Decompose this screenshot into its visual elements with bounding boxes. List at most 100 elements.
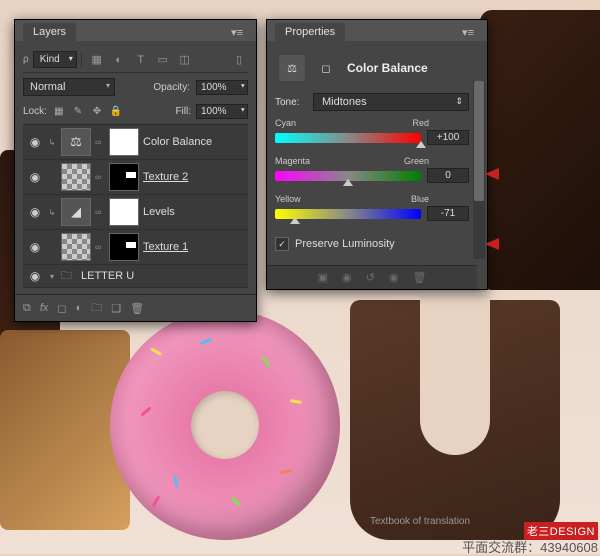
fx-icon[interactable]: fx xyxy=(40,302,49,314)
group-icon[interactable]: 🗀 xyxy=(91,299,102,318)
cyan-red-slider[interactable] xyxy=(275,133,421,143)
adjustment-thumb[interactable]: ⚖︎ xyxy=(61,128,91,156)
layer-list: ◉ ↳ ⚖︎ ∞ Color Balance ◉ ∞ Texture 2 ◉ ↳… xyxy=(23,125,248,288)
link-layers-icon[interactable]: ⧉ xyxy=(23,302,31,315)
preserve-luminosity-label: Preserve Luminosity xyxy=(295,238,395,250)
layers-footer: ⧉ fx ◻ ◐ 🗀 ❏ 🗑 xyxy=(15,294,256,321)
callout-arrow-icon xyxy=(485,238,499,250)
clip-indicator-icon: ↳ xyxy=(47,138,57,147)
adjustment-thumb[interactable]: ◢ xyxy=(61,198,91,226)
filter-type-icon[interactable]: T xyxy=(132,52,150,68)
filter-adjust-icon[interactable]: ◐ xyxy=(110,52,128,68)
balance-icon: ⚖︎ xyxy=(279,55,305,81)
cyan-red-value[interactable]: +100 xyxy=(427,130,469,145)
opacity-label: Opacity: xyxy=(153,82,190,93)
link-icon: ∞ xyxy=(95,172,105,182)
reset-icon[interactable]: ↺ xyxy=(366,271,375,284)
filter-toggle-icon[interactable]: ▯ xyxy=(230,52,248,68)
layers-tab[interactable]: Layers xyxy=(23,23,76,41)
tone-dropdown[interactable]: Midtones xyxy=(313,93,469,111)
layers-panel: Layers ▾≡ ρ Kind ▦ ◐ T ▭ ◫ ▯ Normal Opac… xyxy=(14,19,257,322)
properties-tab[interactable]: Properties xyxy=(275,23,345,41)
delete-icon[interactable]: 🗑 xyxy=(412,271,426,284)
donut-image xyxy=(110,310,340,540)
panel-menu-icon[interactable]: ▾≡ xyxy=(457,24,479,41)
slider-yellow-blue: Yellow Blue -71 xyxy=(275,191,469,229)
new-layer-icon[interactable]: ❏ xyxy=(111,302,121,315)
letter-u-image xyxy=(350,300,560,540)
fill-field[interactable]: 100% xyxy=(196,104,248,119)
layer-group-row[interactable]: ◉ ▾ 🗀 LETTER U xyxy=(23,265,248,288)
yellow-blue-slider[interactable] xyxy=(275,209,421,219)
magenta-green-slider[interactable] xyxy=(275,171,421,181)
layer-filter-row: ρ Kind ▦ ◐ T ▭ ◫ ▯ xyxy=(23,47,248,73)
watermark-qq: 平面交流群：43940608 xyxy=(462,537,598,556)
visibility-icon[interactable]: ◉ xyxy=(27,135,43,149)
view-previous-icon[interactable]: ◉ xyxy=(342,271,352,284)
layer-row[interactable]: ◉ ∞ Texture 1 xyxy=(23,230,248,265)
preserve-luminosity-checkbox[interactable]: ✓ xyxy=(275,237,289,251)
filter-shape-icon[interactable]: ▭ xyxy=(154,52,172,68)
layer-name-label[interactable]: Color Balance xyxy=(143,136,212,148)
mask-mode-icon[interactable]: ◻ xyxy=(313,55,339,81)
clip-indicator-icon: ↳ xyxy=(47,208,57,217)
properties-footer: ▣ ◉ ↺ ◉ 🗑 xyxy=(267,265,477,289)
delete-icon[interactable]: 🗑 xyxy=(130,302,144,315)
filter-smart-icon[interactable]: ◫ xyxy=(176,52,194,68)
scrollbar[interactable] xyxy=(473,81,485,259)
mask-thumb[interactable] xyxy=(109,198,139,226)
adjustment-icon[interactable]: ◐ xyxy=(76,302,83,314)
layer-name-label[interactable]: Levels xyxy=(143,206,175,218)
magenta-label: Magenta xyxy=(275,156,310,166)
layer-name-label[interactable]: LETTER U xyxy=(81,270,134,282)
filter-kind-dropdown[interactable]: Kind xyxy=(33,51,77,68)
folder-icon: 🗀 xyxy=(61,267,77,286)
filter-pixel-icon[interactable]: ▦ xyxy=(81,52,106,68)
slider-magenta-green: Magenta Green 0 xyxy=(275,153,469,191)
link-icon: ∞ xyxy=(95,242,105,252)
expand-icon[interactable]: ▾ xyxy=(47,272,57,281)
toggle-visibility-icon[interactable]: ◉ xyxy=(389,271,399,284)
red-label: Red xyxy=(412,118,429,128)
visibility-icon[interactable]: ◉ xyxy=(27,240,43,254)
yellow-label: Yellow xyxy=(275,194,301,204)
blue-label: Blue xyxy=(411,194,429,204)
lock-all-icon[interactable]: 🔒 xyxy=(109,105,123,119)
search-icon: ρ xyxy=(23,54,29,65)
fill-label: Fill: xyxy=(175,106,191,117)
layer-name-label[interactable]: Texture 1 xyxy=(143,241,188,253)
magenta-green-value[interactable]: 0 xyxy=(427,168,469,183)
layer-row[interactable]: ◉ ↳ ⚖︎ ∞ Color Balance xyxy=(23,125,248,160)
adjustment-title: Color Balance xyxy=(347,61,428,75)
mask-thumb[interactable] xyxy=(109,128,139,156)
mask-icon[interactable]: ◻ xyxy=(57,302,66,315)
layer-thumb[interactable] xyxy=(61,163,91,191)
panel-menu-icon[interactable]: ▾≡ xyxy=(226,24,248,41)
lock-transparency-icon[interactable]: ▦ xyxy=(52,105,66,119)
layer-row[interactable]: ◉ ↳ ◢ ∞ Levels xyxy=(23,195,248,230)
visibility-icon[interactable]: ◉ xyxy=(27,205,43,219)
link-icon: ∞ xyxy=(95,207,105,217)
link-icon: ∞ xyxy=(95,137,105,147)
mask-thumb[interactable] xyxy=(109,233,139,261)
callout-arrow-icon xyxy=(485,168,499,180)
tone-label: Tone: xyxy=(275,97,305,108)
layer-thumb[interactable] xyxy=(61,233,91,261)
clip-to-layer-icon[interactable]: ▣ xyxy=(318,271,328,284)
blend-mode-dropdown[interactable]: Normal xyxy=(23,78,115,96)
slider-cyan-red: Cyan Red +100 xyxy=(275,115,469,153)
lock-position-icon[interactable]: ✥ xyxy=(90,105,104,119)
opacity-field[interactable]: 100% xyxy=(196,80,248,95)
cyan-label: Cyan xyxy=(275,118,296,128)
layer-name-label[interactable]: Texture 2 xyxy=(143,171,188,183)
visibility-icon[interactable]: ◉ xyxy=(27,269,43,283)
properties-panel-header[interactable]: Properties ▾≡ xyxy=(267,20,487,41)
layer-row[interactable]: ◉ ∞ Texture 2 xyxy=(23,160,248,195)
mask-thumb[interactable] xyxy=(109,163,139,191)
layers-panel-header[interactable]: Layers ▾≡ xyxy=(15,20,256,41)
green-label: Green xyxy=(404,156,429,166)
lock-pixels-icon[interactable]: ✎ xyxy=(71,105,85,119)
yellow-blue-value[interactable]: -71 xyxy=(427,206,469,221)
visibility-icon[interactable]: ◉ xyxy=(27,170,43,184)
lock-label: Lock: xyxy=(23,106,47,117)
